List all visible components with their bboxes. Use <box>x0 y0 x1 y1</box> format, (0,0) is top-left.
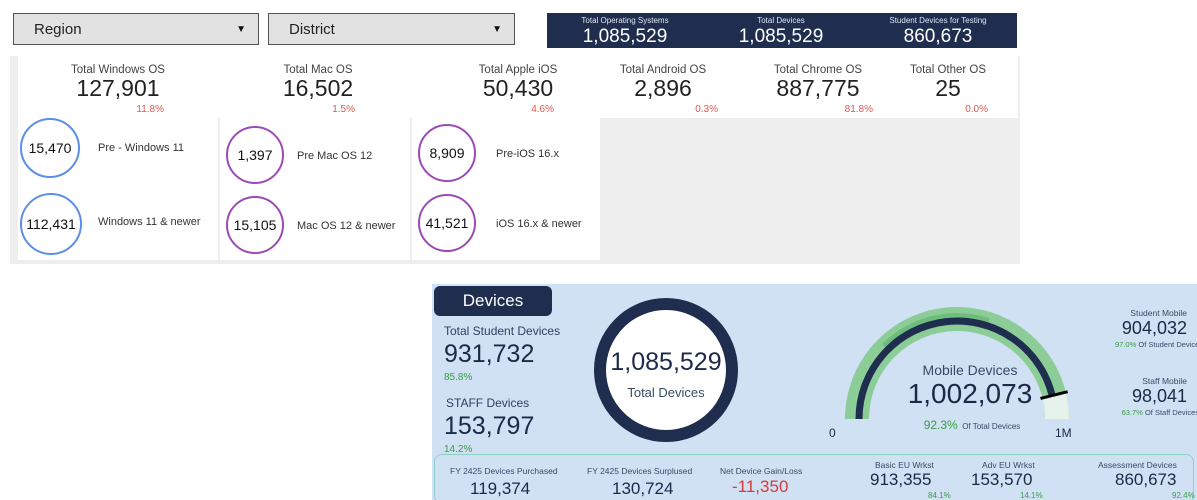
kpi-total-devices: Total Devices 1,085,529 <box>703 13 859 48</box>
student-mobile-value: 904,032 <box>1121 318 1187 338</box>
os-card-pct: 0.0% <box>965 104 988 115</box>
fy-surplused-value: 130,724 <box>612 479 674 498</box>
os-card-other: Total Other OS 25 0.0% <box>878 56 1018 115</box>
student-devices-value: 931,732 <box>444 340 535 368</box>
windows-11-label: Windows 11 & newer <box>98 216 201 228</box>
net-gain-loss-label: Net Device Gain/Loss <box>720 466 803 476</box>
basic-eu-value: 913,355 <box>870 470 932 489</box>
os-card-value: 16,502 <box>282 75 354 101</box>
mac-pre12-label: Pre Mac OS 12 <box>297 150 373 162</box>
mac-breakdown: 1,397 Pre Mac OS 12 15,105 Mac OS 12 & n… <box>220 118 410 260</box>
fy-purchased-label: FY 2425 Devices Purchased <box>450 466 558 476</box>
windows-breakdown: 15,470 Pre - Windows 11 112,431 Windows … <box>18 118 218 260</box>
kpi-title: Total Operating Systems <box>581 16 669 25</box>
os-card-value: 127,901 <box>76 75 160 101</box>
os-card-windows: Total Windows OS 127,901 11.8% <box>18 56 218 115</box>
student-mobile-pct-line: 97.0% Of Student Devices <box>1115 340 1197 349</box>
circle-value: 1,397 <box>237 147 273 163</box>
gauge-value: 1,002,073 <box>907 378 1033 409</box>
assessment-pct: 92.4% <box>1172 491 1195 500</box>
circle-value: 41,521 <box>425 215 469 231</box>
mac-12-label: Mac OS 12 & newer <box>297 220 396 232</box>
os-card-value: 25 <box>935 75 961 101</box>
circle-value: 15,470 <box>28 140 72 156</box>
os-card-mac: Total Mac OS 16,502 1.5% <box>218 56 418 115</box>
donut-label: Total Devices <box>627 385 705 400</box>
ios-pre16-circle: 8,909 <box>418 124 476 182</box>
donut-value: 1,085,529 <box>610 348 722 376</box>
windows-pre11-label: Pre - Windows 11 <box>98 142 184 154</box>
fy-metrics-strip <box>434 454 1194 500</box>
staff-mobile-pct-line: 63.7% Of Staff Devices <box>1122 408 1197 417</box>
staff-mobile-value: 98,041 <box>1131 386 1187 406</box>
staff-mobile-suffix: Of Staff Devices <box>1144 408 1197 417</box>
gauge-title: Mobile Devices <box>922 362 1018 378</box>
kpi-value: 1,085,529 <box>738 26 824 47</box>
devices-panel: Devices Total Student Devices 931,732 85… <box>432 284 1197 500</box>
gauge-pct: 92.3% <box>923 418 958 432</box>
os-card-pct: 81.8% <box>844 104 873 115</box>
fy-purchased-value: 119,374 <box>470 479 531 498</box>
adv-eu-value: 153,570 <box>971 470 1033 489</box>
os-summary-row: Total Windows OS 127,901 11.8% Total Mac… <box>18 56 1018 118</box>
circle-value: 15,105 <box>233 217 277 233</box>
kpi-title: Student Devices for Testing <box>889 16 987 25</box>
kpi-value: 1,085,529 <box>582 26 668 47</box>
chevron-down-icon: ▼ <box>236 23 246 35</box>
mac-12-circle: 15,105 <box>226 196 284 254</box>
student-devices-label: Total Student Devices <box>444 324 561 338</box>
student-mobile-suffix: Of Student Devices <box>1138 340 1197 349</box>
adv-eu-label: Adv EU Wrkst <box>982 460 1035 470</box>
region-label: Region <box>34 20 82 38</box>
windows-11-circle: 112,431 <box>20 193 82 255</box>
student-mobile-label: Student Mobile <box>1130 308 1187 318</box>
region-dropdown[interactable]: Region ▼ <box>13 13 259 45</box>
basic-eu-pct: 84.1% <box>928 491 951 500</box>
devices-title: Devices <box>434 286 552 316</box>
os-card-chrome: Total Chrome OS 887,775 81.8% <box>738 56 898 115</box>
fy-surplused-label: FY 2425 Devices Surplused <box>587 466 693 476</box>
ios-pre16-label: Pre-iOS 16.x <box>496 148 559 160</box>
kpi-title: Total Devices <box>757 16 805 25</box>
circle-value: 112,431 <box>26 216 76 232</box>
os-card-pct: 4.6% <box>531 104 554 115</box>
gauge-pct-line: 92.3% Of Total Devices <box>892 416 1052 434</box>
staff-mobile-pct: 63.7% <box>1121 408 1143 417</box>
student-mobile-pct: 97.0% <box>1115 340 1137 349</box>
os-card-android: Total Android OS 2,896 0.3% <box>588 56 738 115</box>
top-kpi-bar: Total Operating Systems 1,085,529 Total … <box>547 13 1017 48</box>
kpi-total-os: Total Operating Systems 1,085,529 <box>547 13 703 48</box>
district-label: District <box>289 20 335 38</box>
os-panel: Total Windows OS 127,901 11.8% Total Mac… <box>10 56 1020 264</box>
gauge-max: 1M <box>1055 426 1072 440</box>
os-card-value: 2,896 <box>634 75 692 101</box>
adv-eu-pct: 14.1% <box>1020 491 1043 500</box>
ios-16-label: iOS 16.x & newer <box>496 218 582 230</box>
staff-devices-value: 153,797 <box>444 412 535 440</box>
district-dropdown[interactable]: District ▼ <box>268 13 515 45</box>
assessment-label: Assessment Devices <box>1098 460 1177 470</box>
os-card-pct: 1.5% <box>332 104 355 115</box>
assessment-value: 860,673 <box>1115 470 1177 489</box>
gauge-min: 0 <box>829 426 836 440</box>
os-card-pct: 11.8% <box>136 104 164 115</box>
gauge-pct-suffix: Of Total Devices <box>962 422 1021 431</box>
kpi-value: 860,673 <box>903 26 973 47</box>
os-card-pct: 0.3% <box>695 104 718 115</box>
basic-eu-label: Basic EU Wrkst <box>875 460 934 470</box>
student-devices-pct: 85.8% <box>444 372 473 383</box>
mac-pre12-circle: 1,397 <box>226 126 284 184</box>
os-card-value: 887,775 <box>776 75 860 101</box>
staff-mobile-label: Staff Mobile <box>1142 376 1187 386</box>
ios-16-circle: 41,521 <box>418 194 476 252</box>
chevron-down-icon: ▼ <box>492 23 502 35</box>
net-gain-loss-value: -11,350 <box>732 477 789 496</box>
circle-value: 8,909 <box>429 145 465 161</box>
ios-breakdown: 8,909 Pre-iOS 16.x 41,521 iOS 16.x & new… <box>412 118 600 260</box>
kpi-testing-devices: Student Devices for Testing 860,673 <box>859 13 1017 48</box>
windows-pre11-circle: 15,470 <box>20 118 80 178</box>
staff-devices-label: STAFF Devices <box>446 396 530 410</box>
